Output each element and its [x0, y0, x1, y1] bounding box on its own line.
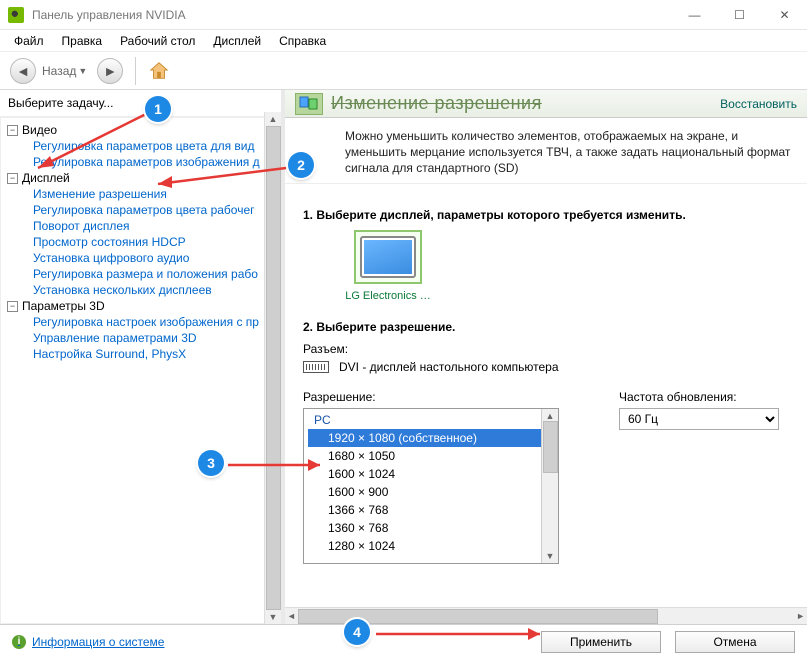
tree-item[interactable]: Установка нескольких дисплеев — [33, 282, 280, 298]
collapse-icon[interactable]: − — [7, 125, 18, 136]
resolution-option[interactable]: 1680 × 1050 — [308, 447, 558, 465]
monitor-label: LG Electronics … — [345, 290, 431, 302]
refresh-rate-label: Частота обновления: — [619, 390, 779, 404]
menu-edit[interactable]: Правка — [54, 32, 111, 50]
tree-item[interactable]: Регулировка настроек изображения с пр — [33, 314, 280, 330]
tree-item[interactable]: Просмотр состояния HDCP — [33, 234, 280, 250]
menu-help[interactable]: Справка — [271, 32, 334, 50]
menu-file[interactable]: Файл — [6, 32, 52, 50]
scroll-left-icon[interactable]: ◄ — [287, 611, 296, 621]
back-label[interactable]: Назад▼ — [42, 64, 87, 78]
annotation-bubble-3: 3 — [198, 450, 224, 476]
annotation-bubble-1: 1 — [145, 96, 171, 122]
annotation-bubble-2: 2 — [288, 152, 314, 178]
resolution-category: PC — [308, 411, 558, 429]
page-header: Изменение разрешения Восстановить — [285, 90, 807, 118]
menu-desktop[interactable]: Рабочий стол — [112, 32, 203, 50]
restore-defaults-link[interactable]: Восстановить — [720, 97, 797, 111]
menubar: Файл Правка Рабочий стол Дисплей Справка — [0, 30, 807, 52]
tree-item[interactable]: Настройка Surround, PhysX — [33, 346, 280, 362]
forward-button[interactable]: ► — [97, 58, 123, 84]
menu-display[interactable]: Дисплей — [205, 32, 269, 50]
collapse-icon[interactable]: − — [7, 301, 18, 312]
refresh-rate-select[interactable]: 60 Гц — [619, 408, 779, 430]
back-button[interactable]: ◄ — [10, 58, 36, 84]
resolution-scrollbar[interactable]: ▲ ▼ — [541, 409, 558, 563]
annotation-arrow-2 — [140, 162, 290, 192]
scroll-up-icon[interactable]: ▲ — [546, 411, 555, 421]
resolution-option[interactable]: 1600 × 900 — [308, 483, 558, 501]
tree-item[interactable]: Поворот дисплея — [33, 218, 280, 234]
minimize-button[interactable]: — — [672, 0, 717, 29]
tree-group-3d[interactable]: − Параметры 3D — [3, 298, 280, 314]
resolution-option[interactable]: 1366 × 768 — [308, 501, 558, 519]
scroll-down-icon[interactable]: ▼ — [269, 612, 278, 622]
dvi-connector-icon — [303, 361, 329, 373]
annotation-arrow-1 — [20, 108, 150, 178]
tree-item[interactable]: Регулировка параметров цвета рабочег — [33, 202, 280, 218]
tree-item[interactable]: Установка цифрового аудио — [33, 250, 280, 266]
info-icon: i — [12, 635, 26, 649]
nvidia-icon — [8, 7, 24, 23]
page-description: Можно уменьшить количество элементов, от… — [285, 118, 807, 184]
toolbar-separator — [135, 57, 136, 85]
page-header-icon — [295, 93, 323, 115]
step1-heading: 1. Выберите дисплей, параметры которого … — [303, 208, 789, 222]
display-selector[interactable]: LG Electronics … — [339, 230, 437, 302]
tree-item[interactable]: Управление параметрами 3D — [33, 330, 280, 346]
monitor-icon — [360, 236, 416, 278]
connector-value: DVI - дисплей настольного компьютера — [339, 360, 559, 374]
collapse-icon[interactable]: − — [7, 173, 18, 184]
resolution-option[interactable]: 1920 × 1080 (собственное) — [308, 429, 558, 447]
resolution-label: Разрешение: — [303, 390, 559, 404]
toolbar: ◄ Назад▼ ► — [0, 52, 807, 90]
annotation-arrow-3 — [224, 457, 334, 473]
resolution-option[interactable]: 1600 × 1024 — [308, 465, 558, 483]
page-title: Изменение разрешения — [331, 93, 542, 114]
resolution-list[interactable]: PC 1920 × 1080 (собственное) 1680 × 1050… — [303, 408, 559, 564]
scroll-up-icon[interactable]: ▲ — [269, 114, 278, 124]
home-icon[interactable] — [148, 60, 170, 82]
tree-item[interactable]: Регулировка размера и положения рабо — [33, 266, 280, 282]
close-button[interactable]: ✕ — [762, 0, 807, 29]
scroll-right-icon[interactable]: ► — [796, 611, 805, 621]
titlebar: Панель управления NVIDIA — ☐ ✕ — [0, 0, 807, 30]
annotation-arrow-4 — [372, 626, 552, 642]
window-title: Панель управления NVIDIA — [32, 8, 672, 22]
annotation-bubble-4: 4 — [344, 619, 370, 645]
resolution-option[interactable]: 1360 × 768 — [308, 519, 558, 537]
task-tree: − Видео Регулировка параметров цвета для… — [0, 117, 281, 624]
step2-heading: 2. Выберите разрешение. — [303, 320, 789, 334]
apply-button[interactable]: Применить — [541, 631, 661, 653]
scroll-down-icon[interactable]: ▼ — [546, 551, 555, 561]
resolution-option[interactable]: 1280 × 1024 — [308, 537, 558, 555]
scroll-thumb[interactable] — [266, 126, 281, 610]
cancel-button[interactable]: Отмена — [675, 631, 795, 653]
main-panel: Изменение разрешения Восстановить Можно … — [285, 90, 807, 624]
scroll-thumb[interactable] — [543, 421, 558, 473]
maximize-button[interactable]: ☐ — [717, 0, 762, 29]
system-info-link[interactable]: i Информация о системе — [12, 635, 164, 649]
connector-label: Разъем: — [303, 342, 789, 356]
